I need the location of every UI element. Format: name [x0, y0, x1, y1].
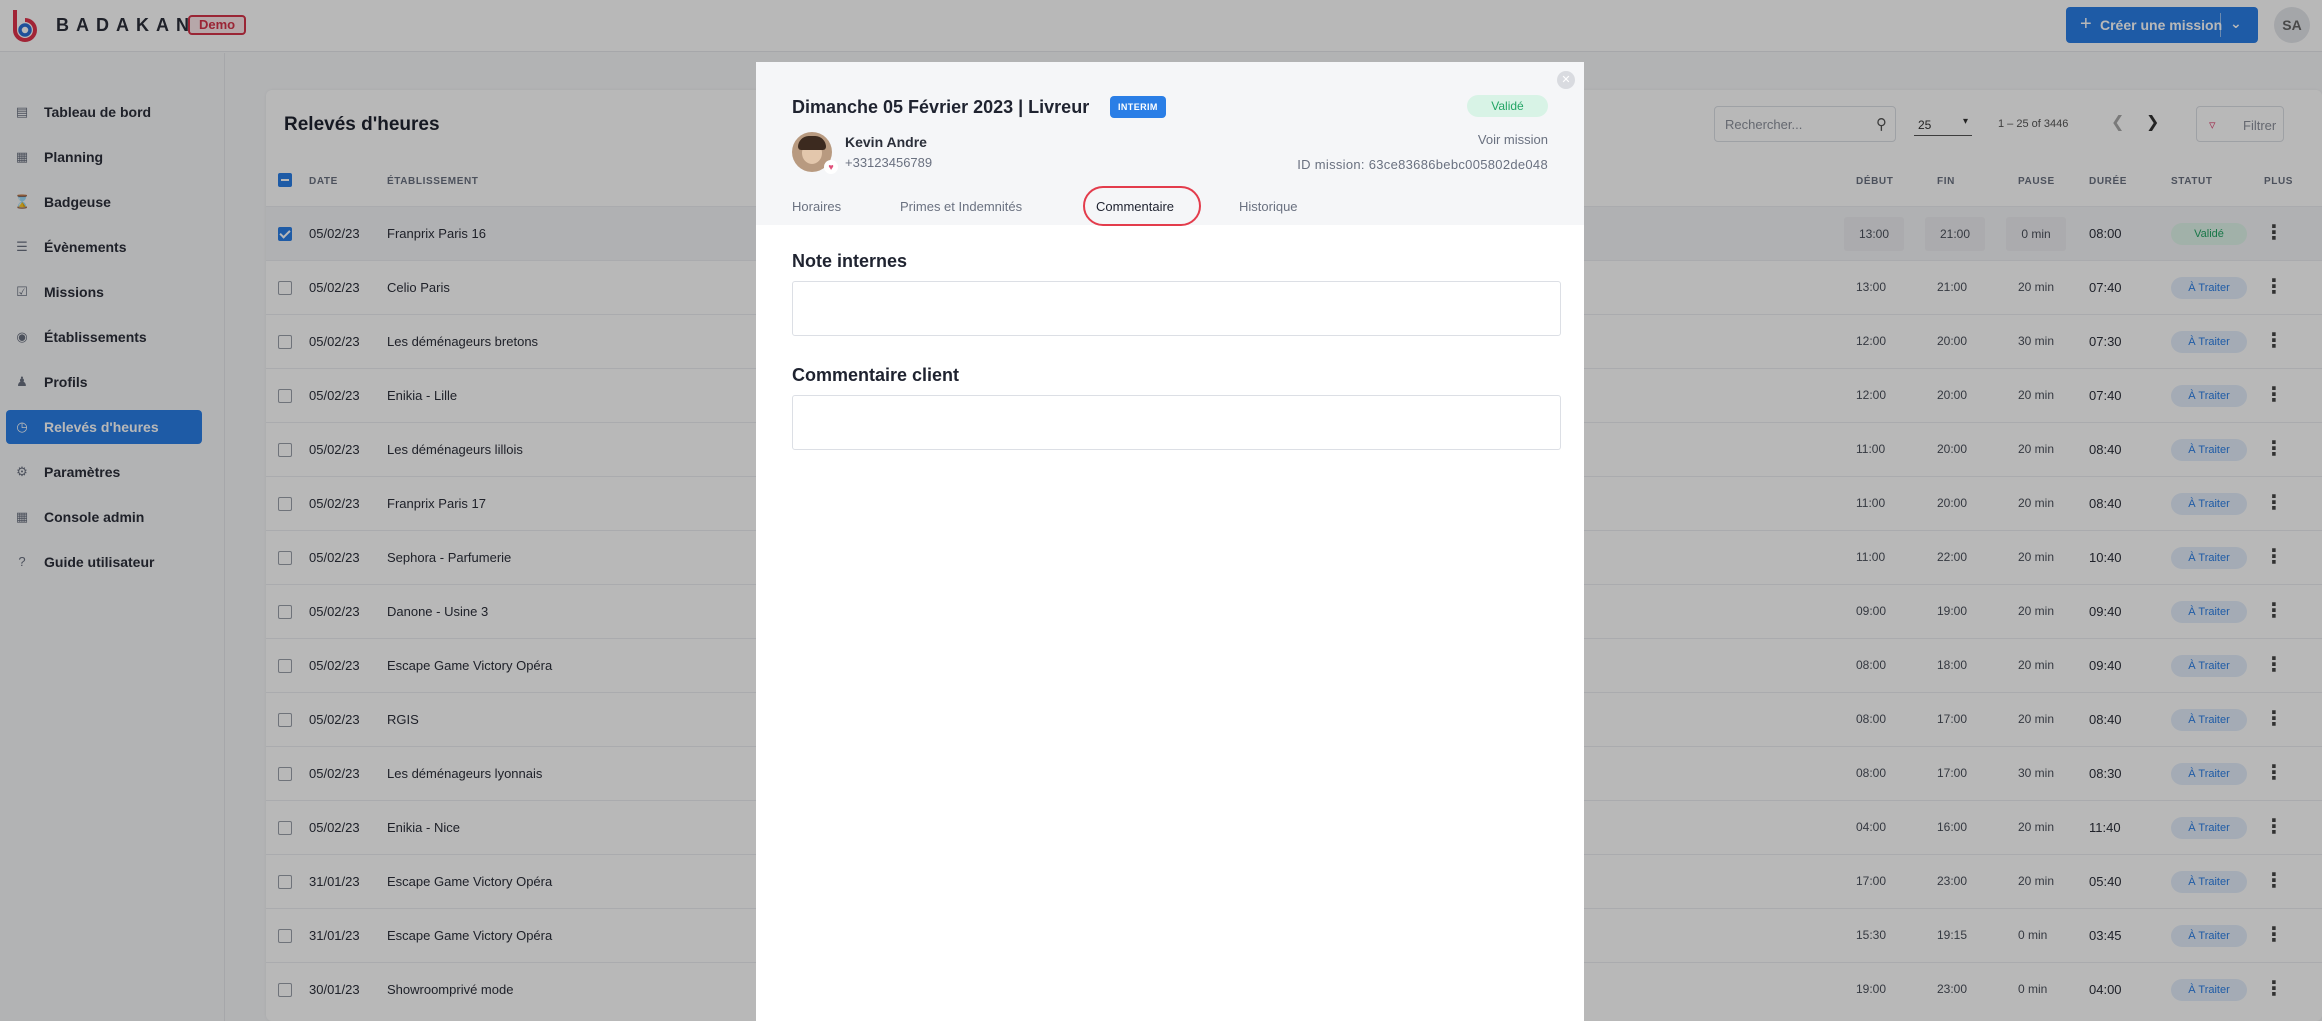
- tab-primes-et-indemnites[interactable]: Primes et Indemnités: [900, 199, 1022, 214]
- modal-header: ✕ Dimanche 05 Février 2023 | Livreur INT…: [756, 62, 1584, 226]
- modal-title: Dimanche 05 Février 2023 | Livreur: [792, 97, 1090, 117]
- mission-id: ID mission: 63ce83686bebc005802de048: [1297, 157, 1548, 172]
- close-icon[interactable]: ✕: [1557, 71, 1575, 89]
- tab-horaires[interactable]: Horaires: [792, 199, 841, 214]
- client-comment-textarea[interactable]: [792, 395, 1561, 450]
- timesheet-detail-modal: ✕ Dimanche 05 Février 2023 | Livreur INT…: [756, 62, 1584, 1021]
- avatar-hair: [798, 136, 826, 150]
- tab-historique[interactable]: Historique: [1239, 199, 1298, 214]
- worker-name[interactable]: Kevin Andre: [845, 134, 927, 150]
- status-badge: Validé: [1467, 95, 1548, 117]
- heart-icon: ♥: [824, 160, 838, 174]
- see-mission-link[interactable]: Voir mission: [1478, 132, 1548, 147]
- worker-phone: +33123456789: [845, 155, 933, 170]
- client-comment-title: Commentaire client: [792, 365, 960, 385]
- active-tab-highlight: [1083, 186, 1201, 226]
- internal-note-textarea[interactable]: [792, 281, 1561, 336]
- internal-note-title: Note internes: [792, 251, 908, 271]
- contract-badge: INTERIM: [1110, 96, 1166, 118]
